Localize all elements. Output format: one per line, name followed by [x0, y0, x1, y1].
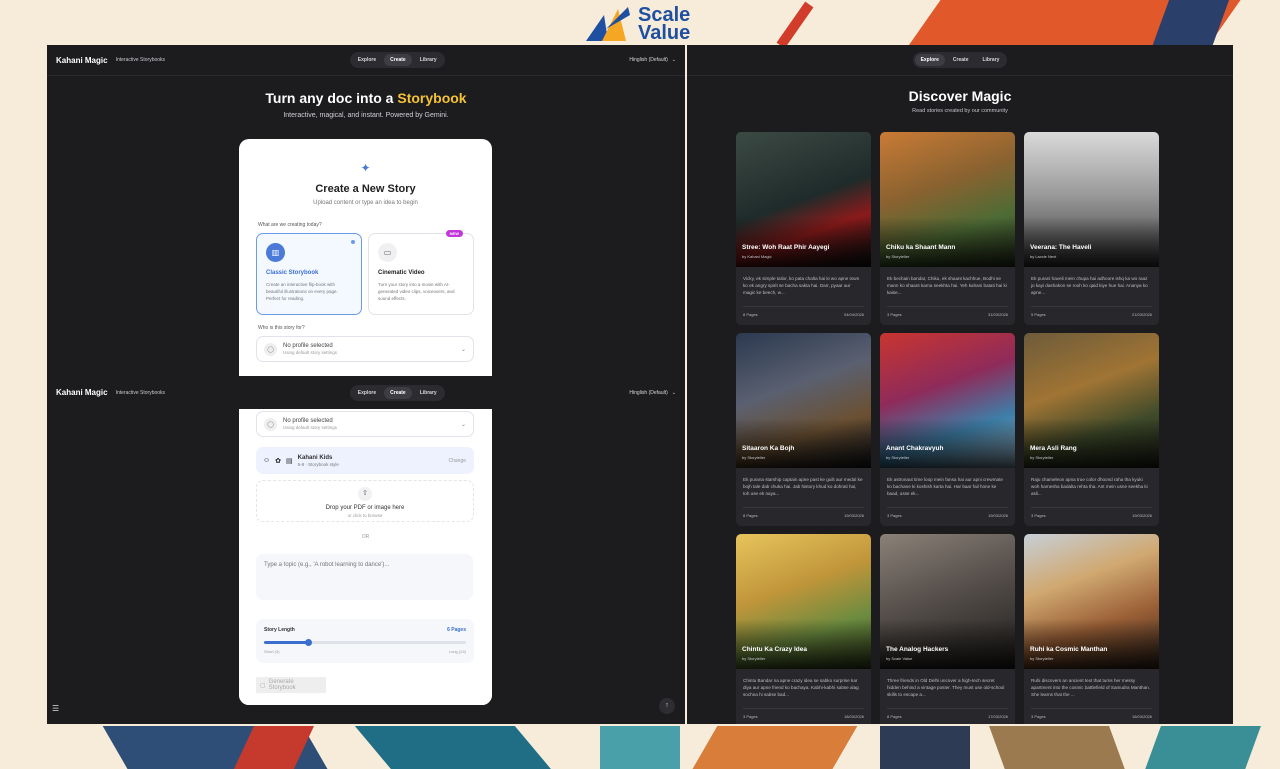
chevron-down-icon: ⌄ [460, 421, 466, 428]
tab-explore[interactable]: Explore [352, 387, 382, 399]
kids-profile-row: ☺ ✿ ▤ Kahani Kids 5-8 · Storybook style … [256, 447, 474, 474]
logo-mark-icon [586, 7, 630, 41]
topic-input[interactable] [256, 554, 473, 600]
tab-explore[interactable]: Explore [352, 54, 382, 66]
story-length-control: Story Length 6 Pages Short (3) Long (24) [256, 619, 474, 663]
video-camera-icon: ▭ [378, 243, 397, 262]
tab-create[interactable]: Create [384, 54, 412, 66]
language-select[interactable]: Hinglish (Default) ⌄ [629, 57, 676, 63]
story-card[interactable]: Ruhi ka Cosmic Manthan by Storyteller Ruhi… [1024, 534, 1159, 724]
or-divider: OR [361, 534, 370, 540]
menu-icon[interactable]: ☰ [52, 704, 66, 718]
tab-explore[interactable]: Explore [914, 54, 945, 66]
story-card[interactable]: Chiku ka Shaant Mann by Storyteller Ek bec… [880, 132, 1015, 325]
nav-tabs: Explore Create Library [912, 52, 1008, 68]
type-classic-storybook[interactable]: ▥ Classic Storybook Create an interactiv… [256, 233, 362, 315]
top-navbar-sticky: Kahani Magic Interactive Storybooks Expl… [47, 376, 685, 409]
hero-title: Turn any doc into a Storybook [265, 90, 467, 106]
tab-library[interactable]: Library [976, 54, 1005, 66]
story-length-value: 6 Pages [447, 627, 466, 633]
flower-icon: ✿ [275, 457, 282, 465]
scale-value-logo: Scale Value [584, 4, 704, 44]
profile-select[interactable]: ◯ No profile selected Using default stor… [256, 336, 474, 362]
story-grid: Stree: Woh Raat Phir Aayegi by Kahani Mag… [736, 132, 1159, 724]
scroll-top-button[interactable]: ↑ [659, 698, 675, 714]
app-subtitle: Interactive Storybooks [115, 57, 166, 63]
language-select[interactable]: Hinglish (Default) ⌄ [629, 390, 676, 396]
type-cinematic-video[interactable]: NEW ▭ Cinematic Video Turn your story in… [368, 230, 474, 315]
type-label: What are we creating today? [258, 222, 322, 228]
checkbox-icon: ▢ [260, 682, 266, 689]
top-navbar: Kahani Magic Interactive Storybooks Expl… [47, 45, 685, 76]
story-card[interactable]: Sitaaron Ka Bojh by Storyteller Ek purana … [736, 333, 871, 526]
chevron-down-icon: ⌄ [671, 57, 676, 63]
sparkle-icon: ✦ [360, 161, 371, 175]
tab-create[interactable]: Create [947, 54, 975, 66]
upload-icon: ⇧ [358, 487, 372, 501]
card-subtitle: Upload content or type an idea to begin [313, 200, 418, 206]
chevron-down-icon: ⌄ [671, 389, 676, 396]
audience-label: Who is this story for? [258, 325, 305, 331]
create-story-card-lower: ◯ No profile selected Using default stor… [239, 409, 492, 705]
app-name[interactable]: Kahani Magic [56, 56, 108, 65]
create-panel: Kahani Magic Interactive Storybooks Expl… [47, 45, 685, 724]
hero-subtitle: Interactive, magical, and instant. Power… [283, 112, 449, 119]
chevron-down-icon: ⌄ [460, 346, 466, 353]
discover-title: Discover Magic [908, 88, 1012, 104]
tab-library[interactable]: Library [414, 54, 443, 66]
story-card[interactable]: Chintu Ka Crazy Idea by Storyteller Chintu… [736, 534, 871, 724]
nav-tabs: Explore Create Library [349, 52, 445, 68]
face-icon: ☺ [263, 457, 271, 464]
user-icon: ◯ [264, 342, 277, 356]
story-length-slider[interactable] [264, 639, 466, 646]
book-icon: ▥ [266, 243, 285, 262]
story-card[interactable]: Stree: Woh Raat Phir Aayegi by Kahani Mag… [736, 132, 871, 325]
change-button[interactable]: Change [448, 458, 466, 464]
slider-handle[interactable] [305, 639, 313, 646]
profile-select[interactable]: ◯ No profile selected Using default stor… [256, 411, 474, 437]
user-icon: ◯ [264, 417, 277, 431]
generate-storybook-button[interactable]: ▢ Generate Storybook [256, 677, 326, 693]
book-open-icon: ▤ [286, 457, 293, 465]
selected-dot-icon [351, 240, 355, 244]
story-card[interactable]: The Analog Hackers by Scale Value Three fr… [880, 534, 1015, 724]
story-card[interactable]: Mera Asli Rang by Storyteller Raju chamele… [1024, 333, 1159, 526]
new-badge: NEW [445, 230, 463, 237]
nav-tabs: Explore Create Library [349, 384, 445, 401]
card-title: Create a New Story [315, 183, 416, 195]
story-length-label: Story Length [264, 627, 295, 633]
tab-create[interactable]: Create [384, 386, 412, 399]
file-dropzone[interactable]: ⇧ Drop your PDF or image here or click t… [256, 480, 474, 522]
discover-subtitle: Read stories created by our community [912, 108, 1008, 114]
app-name[interactable]: Kahani Magic [56, 388, 108, 397]
discover-panel: Explore Create Library Discover Magic Re… [687, 45, 1233, 724]
top-navbar: Explore Create Library [687, 45, 1233, 76]
tab-library[interactable]: Library [414, 387, 443, 399]
app-subtitle: Interactive Storybooks [115, 389, 166, 396]
story-card[interactable]: Anant Chakravyuh by Storyteller Ek astrona… [880, 333, 1015, 526]
story-card[interactable]: Veerana: The Haveli by Laxxie Next Ek pura… [1024, 132, 1159, 325]
